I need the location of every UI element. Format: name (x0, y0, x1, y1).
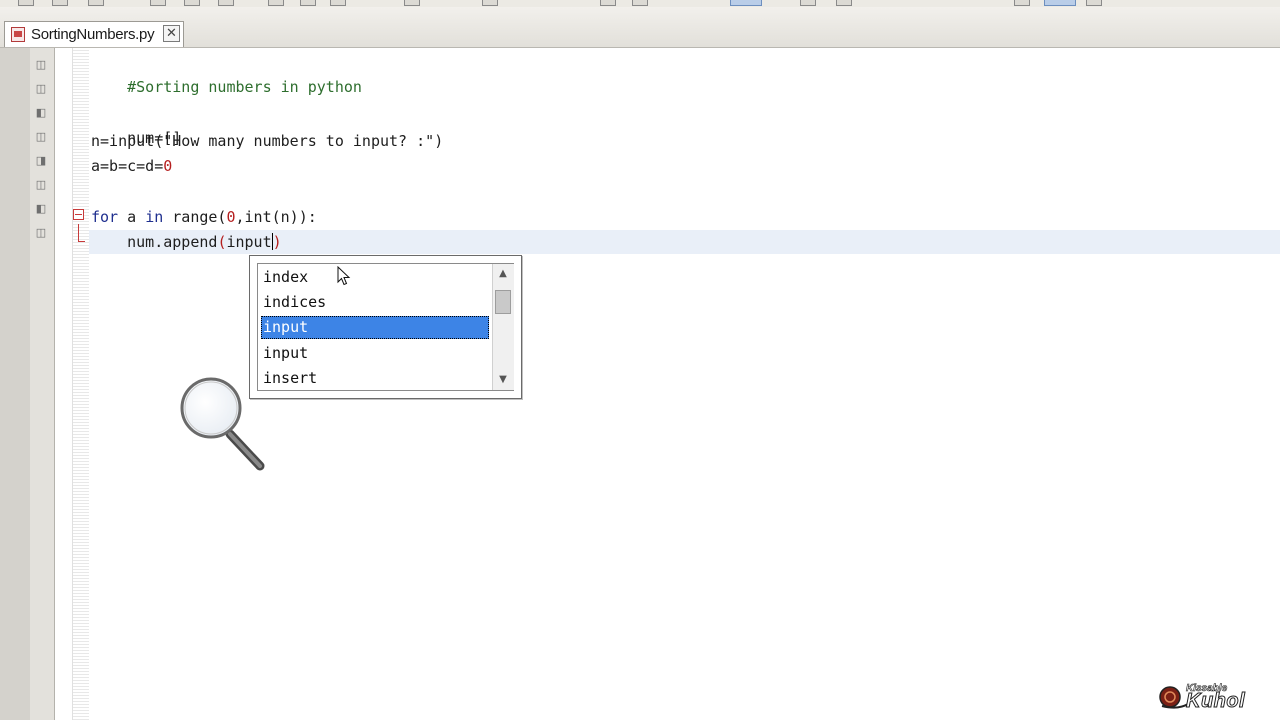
toolbar-button[interactable] (52, 0, 68, 6)
toolbar-button[interactable] (404, 0, 420, 6)
code-text: range( (163, 208, 227, 226)
dock-tab-icon[interactable]: ◫ (34, 82, 48, 96)
toolbar-button-active[interactable] (730, 0, 762, 6)
autocomplete-item[interactable]: input (261, 342, 489, 365)
toolbar-button[interactable] (88, 0, 104, 6)
python-file-icon (11, 27, 25, 42)
toolbar-button[interactable] (18, 0, 34, 6)
left-dock-panel (0, 48, 30, 720)
code-text: a=b=c=d= (91, 157, 164, 175)
keyword: in (145, 208, 164, 226)
number-literal: 0 (163, 157, 173, 175)
toolbar-button[interactable] (184, 0, 200, 6)
dock-tab-icon[interactable]: ◫ (34, 130, 48, 144)
autocomplete-item-selected[interactable]: input (261, 316, 489, 339)
code-text: input (226, 233, 272, 251)
autocomplete-item[interactable]: index (261, 266, 489, 289)
code-line-1[interactable]: #Sorting numbers in python (91, 54, 362, 96)
code-line-4[interactable]: n=input("How many numbers to input? :") (91, 130, 443, 152)
string-literal: "How many numbers to input? :" (163, 132, 435, 150)
toolbar-button[interactable] (600, 0, 616, 6)
autocomplete-item[interactable]: indices (261, 291, 489, 314)
dock-tab-icon[interactable]: ◧ (34, 106, 48, 120)
dock-tab-icon[interactable]: ◫ (34, 226, 48, 240)
close-icon[interactable]: ✕ (163, 25, 180, 42)
toolbar-button[interactable] (1014, 0, 1030, 6)
scrollbar-thumb[interactable] (495, 290, 511, 314)
magnifier-icon (180, 377, 265, 471)
toolbar-button[interactable] (1086, 0, 1102, 6)
code-text: n=input( (91, 132, 164, 150)
dock-tab-icon[interactable]: ◫ (34, 58, 48, 72)
code-text: ,int(n)): (235, 208, 317, 226)
scroll-down-icon[interactable]: ▼ (495, 372, 511, 388)
tab-sortingnumbers[interactable]: SortingNumbers.py ✕ (4, 21, 184, 47)
autocomplete-list: index indices input input insert ▲ ▼ (257, 263, 514, 391)
scroll-up-icon[interactable]: ▲ (495, 266, 511, 282)
left-dock-tabs (30, 48, 55, 720)
code-line-8[interactable]: num.append(input) (91, 231, 282, 253)
code-text: num.append (91, 233, 218, 251)
comment: #Sorting numbers in python (127, 78, 362, 96)
number-literal: 0 (226, 208, 236, 226)
dock-tab-icon[interactable]: ◨ (34, 154, 48, 168)
toolbar-button[interactable] (800, 0, 816, 6)
toolbar-button[interactable] (330, 0, 346, 6)
editor-tab-bar: SortingNumbers.py ✕ (0, 7, 1280, 48)
toolbar-button[interactable] (482, 0, 498, 6)
autocomplete-item[interactable]: insert (261, 367, 489, 390)
gutter-separator (72, 48, 89, 720)
keyword: for (91, 208, 119, 226)
tab-label: SortingNumbers.py (31, 26, 155, 43)
toolbar-button[interactable] (632, 0, 648, 6)
watermark-big-text: Kuhol (1185, 690, 1246, 713)
code-text: a (118, 208, 146, 226)
code-line-7[interactable]: for a in range(0,int(n)): (91, 206, 317, 228)
code-text: ) (434, 132, 444, 150)
toolbar-button[interactable] (218, 0, 234, 6)
toolbar-button[interactable] (300, 0, 316, 6)
code-line-5[interactable]: a=b=c=d=0 (91, 155, 172, 177)
autocomplete-popup: index indices input input insert ▲ ▼ (249, 255, 522, 399)
code-line-3[interactable]: num=[] (91, 105, 181, 147)
mouse-pointer-icon (337, 266, 351, 286)
ide-window: SortingNumbers.py ✕ ◫ ◫ ◧ ◫ ◨ ◫ ◧ ◫ #Sor… (0, 0, 1280, 720)
autocomplete-scrollbar[interactable]: ▲ ▼ (492, 264, 514, 390)
matched-paren: ) (272, 233, 282, 251)
toolbar-button[interactable] (150, 0, 166, 6)
toolbar-button[interactable] (268, 0, 284, 6)
toolbar-button[interactable] (836, 0, 852, 6)
fold-collapse-icon[interactable] (73, 209, 84, 220)
dock-tab-icon[interactable]: ◧ (34, 202, 48, 216)
toolbar-button-active[interactable] (1044, 0, 1076, 6)
dock-tab-icon[interactable]: ◫ (34, 178, 48, 192)
fold-end-marker (78, 224, 85, 242)
